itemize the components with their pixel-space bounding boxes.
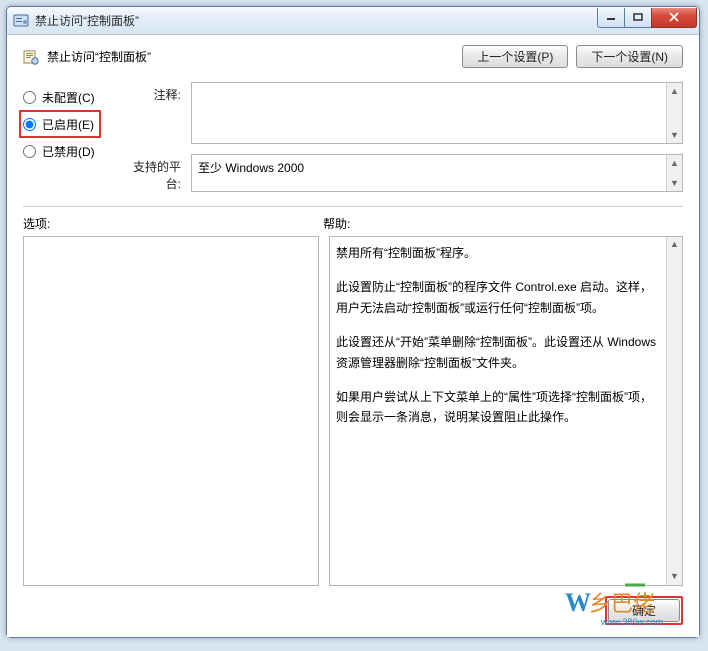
- radio-disabled-label: 已禁用(D): [42, 143, 95, 160]
- scroll-up-icon[interactable]: ▲: [667, 155, 682, 171]
- nav-buttons: 上一个设置(P) 下一个设置(N): [462, 45, 683, 68]
- radio-disabled-input[interactable]: [23, 145, 36, 158]
- section-divider: [23, 206, 683, 207]
- enabled-highlight: 已启用(E): [19, 110, 101, 138]
- previous-setting-button[interactable]: 上一个设置(P): [462, 45, 568, 68]
- dialog-window: 禁止访问“控制面板” 禁止访问“控制面板” 上一个设置(P) 下一个设置(N): [6, 6, 700, 638]
- panes: 禁用所有“控制面板”程序。 此设置防止“控制面板”的程序文件 Control.e…: [23, 236, 683, 586]
- ok-highlight: 确定: [605, 596, 683, 625]
- policy-app-icon: [13, 13, 29, 29]
- window-title: 禁止访问“控制面板”: [35, 12, 598, 29]
- radio-not-configured-label: 未配置(C): [42, 89, 95, 106]
- window-controls: [598, 8, 697, 28]
- svg-text:W: W: [565, 588, 591, 617]
- radio-not-configured-input[interactable]: [23, 91, 36, 104]
- ok-button[interactable]: 确定: [608, 599, 680, 622]
- radio-not-configured[interactable]: 未配置(C): [23, 84, 119, 110]
- titlebar[interactable]: 禁止访问“控制面板”: [7, 7, 699, 35]
- scroll-down-icon[interactable]: ▼: [667, 175, 682, 191]
- help-paragraph: 此设置还从“开始”菜单删除“控制面板”。此设置还从 Windows 资源管理器删…: [336, 332, 662, 373]
- close-button[interactable]: [651, 8, 697, 28]
- help-paragraph: 禁用所有“控制面板”程序。: [336, 243, 662, 263]
- top-grid: 未配置(C) 已启用(E) 已禁用(D) 注释:: [23, 82, 683, 192]
- help-pane[interactable]: 禁用所有“控制面板”程序。 此设置防止“控制面板”的程序文件 Control.e…: [329, 236, 683, 586]
- platform-value: 至少 Windows 2000: [198, 161, 304, 175]
- scroll-down-icon[interactable]: ▼: [667, 569, 682, 585]
- policy-title: 禁止访问“控制面板”: [47, 48, 462, 65]
- comment-textarea[interactable]: ▲ ▼: [191, 82, 683, 144]
- comment-label: 注释:: [119, 82, 181, 103]
- state-radio-group: 未配置(C) 已启用(E) 已禁用(D): [23, 82, 119, 192]
- minimize-button[interactable]: [597, 8, 625, 28]
- options-pane[interactable]: [23, 236, 319, 586]
- maximize-button[interactable]: [624, 8, 652, 28]
- platform-box: 至少 Windows 2000 ▲ ▼: [191, 154, 683, 192]
- header-row: 禁止访问“控制面板” 上一个设置(P) 下一个设置(N): [23, 45, 683, 68]
- next-setting-button[interactable]: 下一个设置(N): [576, 45, 683, 68]
- policy-icon: [23, 49, 39, 65]
- radio-enabled-label: 已启用(E): [42, 116, 94, 133]
- radio-disabled[interactable]: 已禁用(D): [23, 138, 119, 164]
- scroll-up-icon[interactable]: ▲: [667, 83, 682, 99]
- platform-label: 支持的平台:: [119, 154, 181, 192]
- help-paragraph: 如果用户尝试从上下文菜单上的“属性”项选择“控制面板”项，则会显示一条消息，说明…: [336, 387, 662, 428]
- meta-column: 注释: ▲ ▼ 支持的平台: 至少 Windows 2000 ▲: [119, 82, 683, 192]
- options-label: 选项:: [23, 215, 323, 232]
- comment-scrollbar[interactable]: ▲ ▼: [666, 83, 682, 143]
- platform-scrollbar[interactable]: ▲ ▼: [666, 155, 682, 191]
- scroll-up-icon[interactable]: ▲: [667, 237, 682, 253]
- radio-enabled[interactable]: 已启用(E): [23, 114, 95, 134]
- help-paragraph: 此设置防止“控制面板”的程序文件 Control.exe 启动。这样，用户无法启…: [336, 277, 662, 318]
- comment-row: 注释: ▲ ▼: [119, 82, 683, 144]
- platform-row: 支持的平台: 至少 Windows 2000 ▲ ▼: [119, 154, 683, 192]
- client-area: 禁止访问“控制面板” 上一个设置(P) 下一个设置(N) 未配置(C) 已启用(…: [7, 35, 699, 637]
- help-label: 帮助:: [323, 215, 683, 232]
- help-scrollbar[interactable]: ▲ ▼: [666, 237, 682, 585]
- pane-labels: 选项: 帮助:: [23, 215, 683, 232]
- radio-enabled-input[interactable]: [23, 118, 36, 131]
- scroll-down-icon[interactable]: ▼: [667, 127, 682, 143]
- footer: 确定 W 乡巴佬 www.386w.com: [23, 596, 683, 625]
